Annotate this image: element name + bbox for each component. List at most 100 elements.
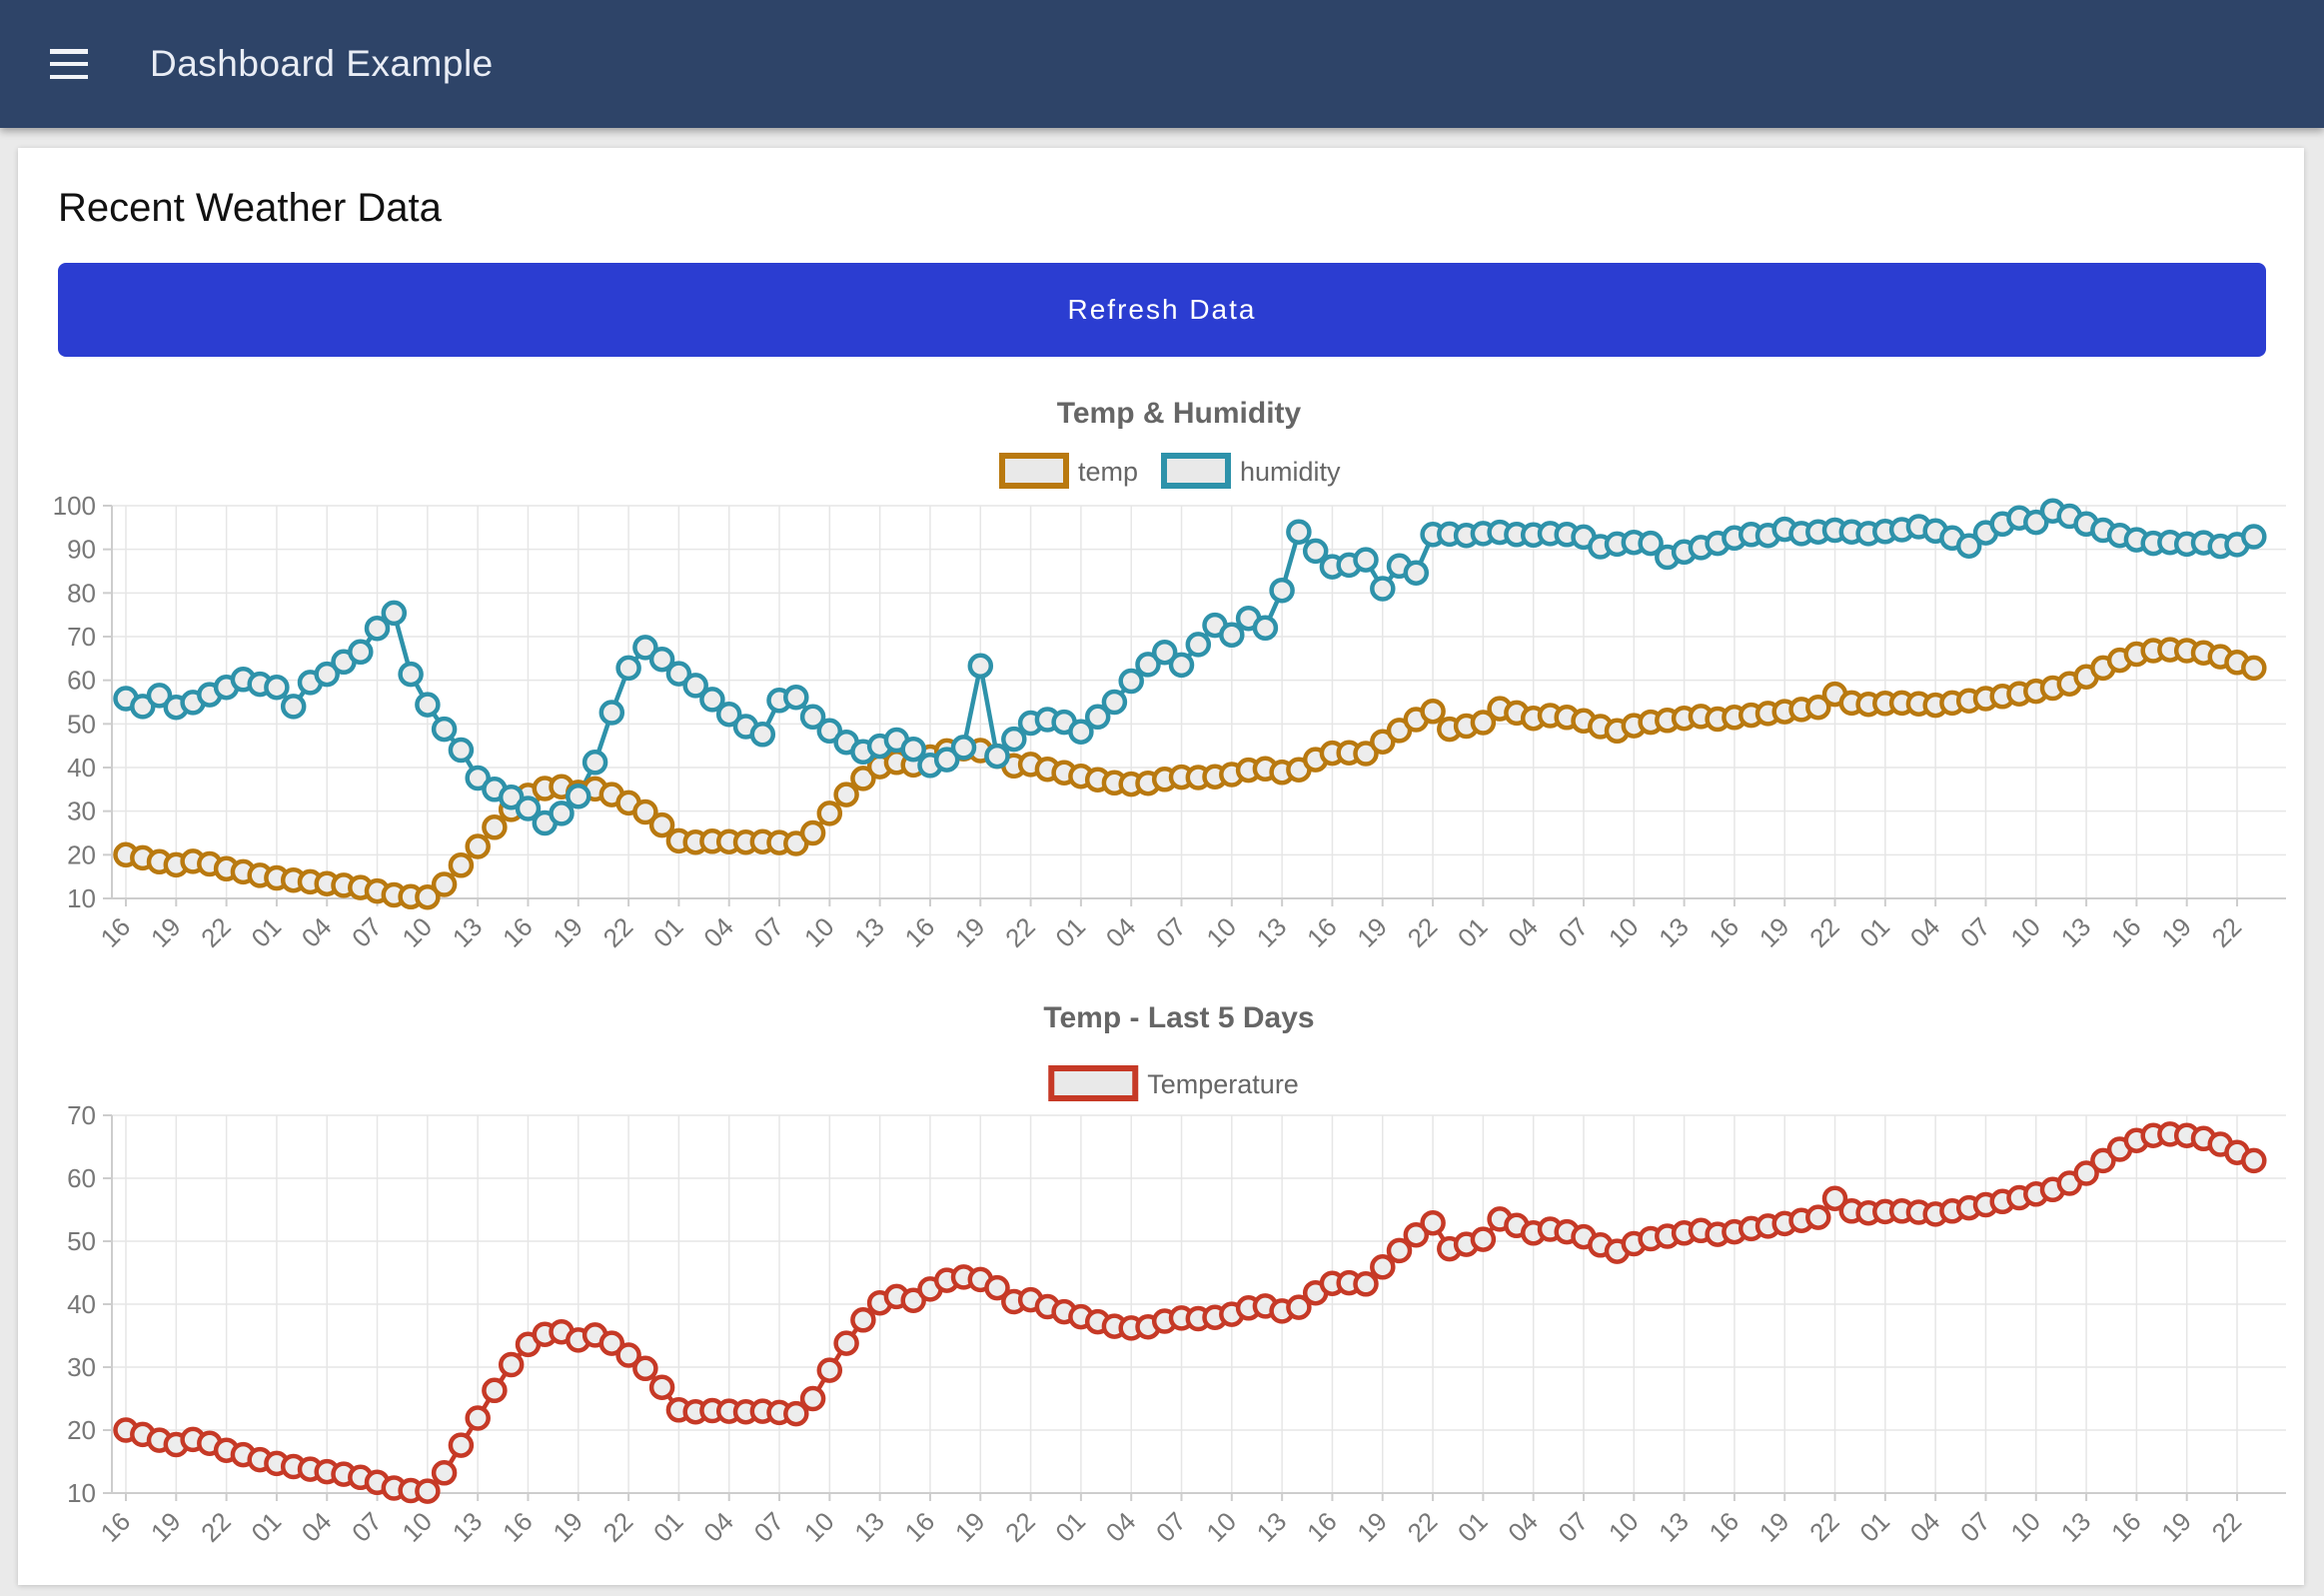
x-tick-label: 01: [246, 1506, 288, 1548]
x-tick-label: 22: [2206, 911, 2248, 953]
humidity-point[interactable]: [1171, 655, 1192, 676]
Temperature-point[interactable]: [1473, 1229, 1494, 1250]
x-tick-label: 22: [597, 1506, 639, 1548]
legend-swatch[interactable]: [1051, 1068, 1135, 1098]
Temperature-point[interactable]: [651, 1377, 672, 1398]
temp-point[interactable]: [802, 822, 823, 843]
Temperature-point[interactable]: [852, 1309, 873, 1330]
Temperature-point[interactable]: [2243, 1150, 2264, 1171]
Temperature-point[interactable]: [1423, 1212, 1444, 1233]
x-tick-label: 07: [1553, 1506, 1595, 1548]
Temperature-point[interactable]: [451, 1435, 472, 1456]
humidity-point[interactable]: [401, 664, 422, 685]
humidity-point[interactable]: [1003, 729, 1024, 750]
x-tick-label: 16: [1301, 1506, 1343, 1548]
humidity-point[interactable]: [451, 740, 472, 761]
humidity-point[interactable]: [1188, 634, 1209, 655]
humidity-point[interactable]: [568, 786, 588, 806]
humidity-point[interactable]: [266, 677, 287, 698]
humidity-point[interactable]: [1104, 692, 1125, 713]
chart-svg: Temp - Last 5 DaysTemperature70605040302…: [38, 985, 2286, 1591]
x-tick-label: 10: [2004, 911, 2046, 953]
humidity-point[interactable]: [970, 656, 991, 677]
x-tick-label: 22: [1402, 1506, 1444, 1548]
humidity-point[interactable]: [434, 719, 455, 740]
x-tick-label: 19: [1351, 911, 1393, 953]
legend-swatch[interactable]: [1164, 456, 1228, 486]
humidity-point[interactable]: [1406, 563, 1427, 584]
menu-icon[interactable]: [50, 49, 88, 79]
legend-label[interactable]: humidity: [1240, 457, 1341, 487]
x-tick-label: 01: [1049, 911, 1091, 953]
humidity-point[interactable]: [1288, 522, 1309, 543]
temp-point[interactable]: [1423, 701, 1444, 722]
x-tick-label: 19: [2155, 911, 2197, 953]
humidity-point[interactable]: [283, 696, 304, 717]
humidity-point[interactable]: [584, 752, 605, 773]
menu-icon-bar: [50, 49, 88, 54]
humidity-point[interactable]: [1372, 579, 1393, 600]
Temperature-point[interactable]: [1807, 1207, 1828, 1228]
Temperature-point[interactable]: [1372, 1256, 1393, 1277]
Temperature-point[interactable]: [434, 1462, 455, 1483]
Temperature-point[interactable]: [417, 1481, 438, 1502]
humidity-point[interactable]: [350, 642, 371, 663]
humidity-point[interactable]: [752, 724, 773, 745]
y-tick-label: 70: [67, 1100, 96, 1130]
x-tick-label: 13: [447, 911, 489, 953]
temp-point[interactable]: [2243, 658, 2264, 679]
temp-last-5-days-chart: Temp - Last 5 DaysTemperature70605040302…: [38, 985, 2266, 1596]
humidity-point[interactable]: [987, 746, 1008, 767]
temp-point[interactable]: [484, 816, 505, 837]
temp-point[interactable]: [451, 854, 472, 875]
y-tick-label: 100: [53, 491, 96, 521]
x-tick-label: 04: [1904, 911, 1946, 953]
temp-point[interactable]: [819, 802, 840, 823]
Temperature-point[interactable]: [819, 1360, 840, 1381]
legend-label[interactable]: Temperature: [1147, 1069, 1299, 1099]
Temperature-point[interactable]: [468, 1408, 489, 1429]
temp-point[interactable]: [434, 874, 455, 895]
x-tick-label: 01: [647, 1506, 689, 1548]
humidity-point[interactable]: [1221, 625, 1242, 646]
refresh-data-button[interactable]: Refresh Data: [58, 263, 2266, 357]
humidity-point[interactable]: [1272, 580, 1293, 601]
x-tick-label: 19: [1753, 911, 1795, 953]
Temperature-point[interactable]: [836, 1333, 857, 1354]
x-tick-label: 10: [798, 911, 840, 953]
humidity-point[interactable]: [1121, 671, 1142, 692]
x-tick-label: 07: [1150, 1506, 1192, 1548]
x-tick-label: 04: [1502, 911, 1544, 953]
humidity-point[interactable]: [903, 739, 924, 760]
x-tick-label: 13: [848, 1506, 890, 1548]
humidity-point[interactable]: [1356, 550, 1377, 571]
humidity-point[interactable]: [618, 658, 639, 679]
humidity-point[interactable]: [417, 695, 438, 716]
menu-icon-bar: [50, 75, 88, 80]
x-tick-label: 16: [95, 1506, 137, 1548]
x-tick-label: 19: [1753, 1506, 1795, 1548]
humidity-point[interactable]: [2243, 527, 2264, 548]
humidity-point[interactable]: [601, 703, 622, 724]
x-tick-label: 13: [1251, 911, 1293, 953]
humidity-point[interactable]: [953, 737, 974, 758]
Temperature-point[interactable]: [634, 1358, 655, 1379]
x-tick-label: 01: [246, 911, 288, 953]
legend-label[interactable]: temp: [1078, 457, 1138, 487]
humidity-point[interactable]: [1255, 618, 1276, 639]
Temperature-point[interactable]: [484, 1380, 505, 1401]
x-tick-label: 10: [2004, 1506, 2046, 1548]
y-tick-label: 60: [67, 1163, 96, 1193]
x-tick-label: 22: [597, 911, 639, 953]
Temperature-point[interactable]: [802, 1388, 823, 1409]
temp-point[interactable]: [836, 785, 857, 805]
humidity-point[interactable]: [785, 687, 806, 708]
y-tick-label: 40: [67, 1289, 96, 1319]
humidity-point[interactable]: [552, 802, 573, 823]
humidity-point[interactable]: [384, 603, 405, 624]
Temperature-point[interactable]: [501, 1354, 522, 1375]
Temperature-point[interactable]: [1356, 1273, 1377, 1294]
x-tick-label: 22: [1803, 1506, 1845, 1548]
legend-swatch[interactable]: [1002, 456, 1066, 486]
temp-point[interactable]: [468, 836, 489, 857]
